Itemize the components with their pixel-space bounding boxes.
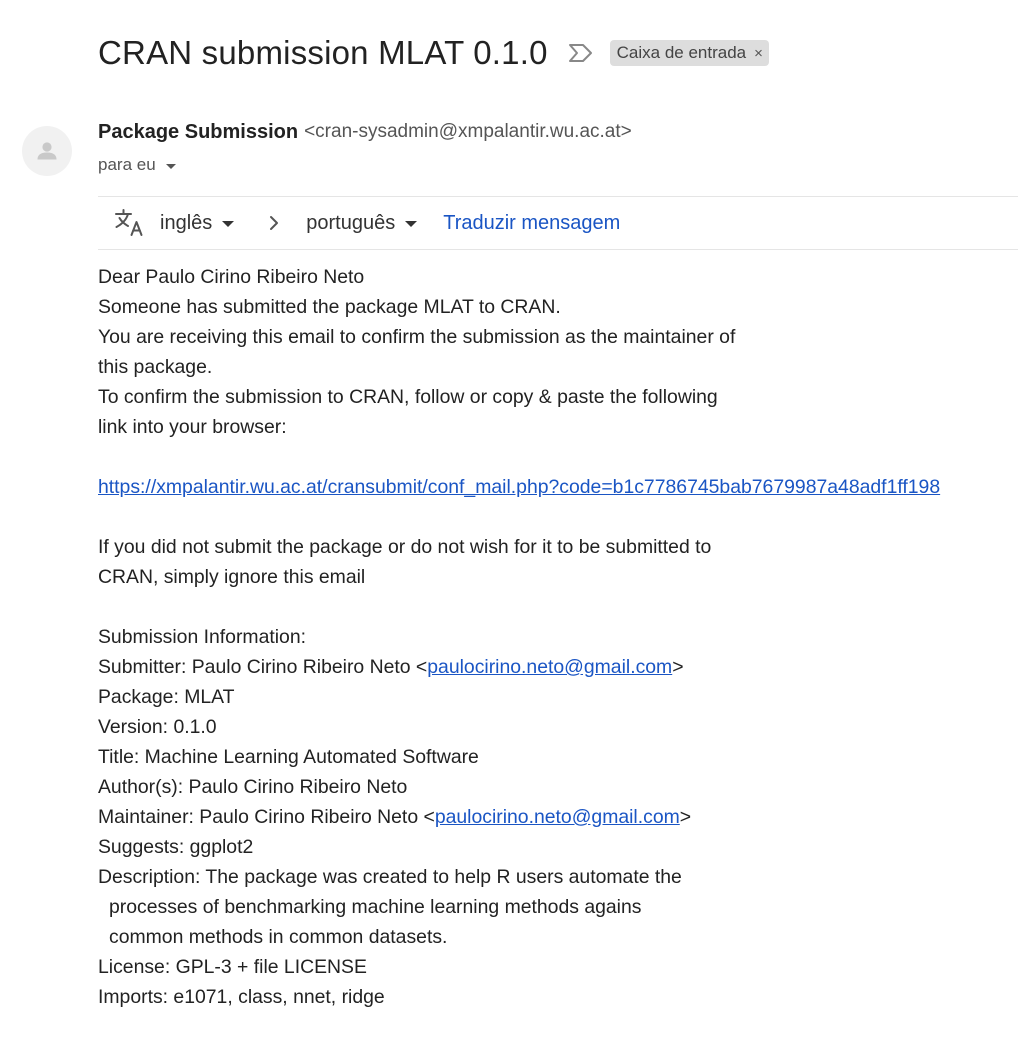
maintainer-line: Maintainer: Paulo Cirino Ribeiro Neto <p…	[98, 802, 1018, 832]
description-line: Description: The package was created to …	[98, 866, 682, 888]
recipient-label: para eu	[98, 155, 156, 174]
body-text-line: To confirm the submission to CRAN, follo…	[98, 386, 718, 408]
label-chip-inbox[interactable]: Caixa de entrada ×	[609, 40, 769, 66]
maintainer-email-link[interactable]: paulocirino.neto@gmail.com	[435, 806, 680, 828]
license-line: License: GPL-3 + file LICENSE	[98, 956, 367, 978]
body-text-line: If you did not submit the package or do …	[98, 536, 712, 558]
translate-message-link[interactable]: Traduzir mensagem	[443, 212, 620, 235]
confirm-link-line: https://xmpalantir.wu.ac.at/cransubmit/c…	[98, 472, 1018, 502]
email-subject: CRAN submission MLAT 0.1.0	[98, 34, 548, 71]
description-line: processes of benchmarking machine learni…	[109, 896, 642, 918]
body-text-line: Someone has submitted the package MLAT t…	[98, 296, 561, 318]
body-text-line: CRAN, simply ignore this email	[98, 566, 366, 588]
email-suffix: >	[679, 806, 692, 828]
suggests-line: Suggests: ggplot2	[98, 836, 254, 858]
label-chip-text: Caixa de entrada	[616, 43, 747, 62]
version-line: Version: 0.1.0	[98, 716, 217, 738]
subject-row: CRAN submission MLAT 0.1.0 Caixa de entr…	[98, 30, 769, 76]
info-heading: Submission Information:	[98, 626, 307, 648]
authors-line: Author(s): Paulo Cirino Ribeiro Neto	[98, 776, 408, 798]
translate-icon	[114, 208, 146, 238]
source-language-select[interactable]: inglês	[160, 211, 235, 235]
package-line: Package: MLAT	[98, 686, 235, 708]
person-avatar-icon	[37, 142, 57, 160]
confirm-submission-link[interactable]: https://xmpalantir.wu.ac.at/cransubmit/c…	[98, 476, 940, 498]
target-language-label: português	[306, 211, 396, 234]
chevron-right-icon	[268, 213, 280, 233]
submitter-line: Submitter: Paulo Cirino Ribeiro Neto <pa…	[98, 652, 1018, 682]
body-text-line: link into your browser:	[98, 416, 287, 438]
body-text-line: You are receiving this email to confirm …	[98, 326, 736, 348]
title-line: Title: Machine Learning Automated Softwa…	[98, 746, 479, 768]
sender-avatar[interactable]	[22, 126, 72, 176]
recipient-details-toggle[interactable]: para eu	[98, 153, 176, 177]
description-line: common methods in common datasets.	[109, 926, 448, 948]
body-text-line: this package.	[98, 356, 213, 378]
imports-line: Imports: e1071, class, nnet, ridge	[98, 986, 385, 1008]
translate-bar: inglês português Traduzir mensagem	[98, 196, 1018, 250]
submitter-email-link[interactable]: paulocirino.neto@gmail.com	[427, 656, 672, 678]
sender-email: <cran-sysadmin@xmpalantir.wu.ac.at>	[304, 121, 632, 142]
email-suffix: >	[672, 656, 684, 678]
target-language-select[interactable]: português	[306, 211, 418, 235]
chevron-down-icon	[405, 221, 418, 227]
source-language-label: inglês	[160, 211, 213, 234]
importance-marker-icon[interactable]	[568, 43, 594, 63]
sender-name[interactable]: Package Submission	[98, 121, 298, 144]
maintainer-prefix: Maintainer: Paulo Cirino Ribeiro Neto <	[98, 806, 435, 828]
remove-label-icon[interactable]: ×	[754, 46, 763, 61]
submitter-prefix: Submitter: Paulo Cirino Ribeiro Neto <	[98, 656, 428, 678]
chevron-down-icon[interactable]	[165, 164, 176, 169]
sender-line: Package Submission <cran-sysadmin@xmpala…	[98, 119, 632, 145]
greeting: Dear Paulo Cirino Ribeiro Neto	[98, 266, 365, 288]
email-body: Dear Paulo Cirino Ribeiro Neto Someone h…	[98, 262, 1018, 1012]
chevron-down-icon	[222, 221, 235, 227]
